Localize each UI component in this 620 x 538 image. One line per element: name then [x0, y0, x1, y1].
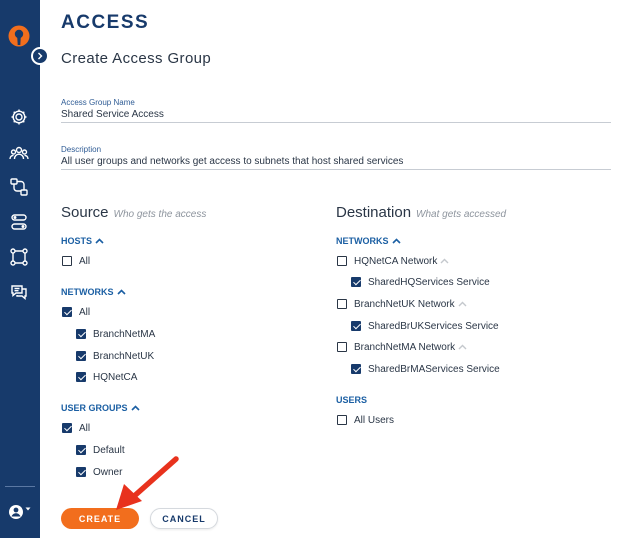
checkbox-label: SharedBrMAServices Service: [368, 363, 500, 375]
checkbox-checked[interactable]: [351, 277, 361, 287]
source-subtitle: Who gets the access: [113, 209, 207, 220]
checkbox-checked[interactable]: [76, 372, 86, 382]
users-icon[interactable]: [9, 143, 29, 163]
checkbox-checked[interactable]: [351, 321, 361, 331]
chevron-up-icon: [391, 238, 401, 244]
destination-title-text: Destination: [336, 204, 412, 221]
source-title-text: Source: [61, 204, 109, 221]
destination-users-heading-text: USERS: [336, 395, 368, 405]
checkbox-unchecked[interactable]: [337, 256, 347, 266]
chevron-up-icon: [116, 289, 126, 295]
checkbox-unchecked[interactable]: [337, 299, 347, 309]
source-network-hqnetca-checkbox[interactable]: HQNetCA: [76, 370, 137, 384]
checkbox-label: SharedBrUKServices Service: [368, 320, 499, 332]
destination-branchnetma-network-checkbox[interactable]: BranchNetMA Network: [337, 340, 467, 354]
chevron-right-icon: [38, 52, 43, 60]
source-user-groups-heading[interactable]: USER GROUPS: [61, 403, 140, 413]
source-networks-heading[interactable]: NETWORKS: [61, 287, 126, 297]
chevron-up-icon[interactable]: [458, 301, 467, 307]
chevron-up-icon[interactable]: [458, 344, 467, 350]
source-network-branchnetma-checkbox[interactable]: BranchNetMA: [76, 327, 155, 341]
topology-icon[interactable]: [9, 247, 29, 267]
destination-sharedbrmaservices-checkbox[interactable]: SharedBrMAServices Service: [351, 362, 500, 376]
source-hosts-heading-text: HOSTS: [61, 236, 93, 246]
checkbox-label: All: [79, 422, 91, 434]
chevron-up-icon: [95, 238, 104, 244]
source-network-branchnetuk-checkbox[interactable]: BranchNetUK: [76, 349, 154, 363]
checkbox-label: BranchNetMA Network: [354, 341, 456, 353]
destination-all-users-checkbox[interactable]: All Users: [337, 413, 394, 427]
source-networks-heading-text: NETWORKS: [61, 287, 114, 297]
checkbox-checked[interactable]: [62, 423, 72, 433]
gear-icon[interactable]: [9, 107, 29, 127]
checkbox-label: HQNetCA: [93, 371, 138, 383]
destination-sharedhqservices-checkbox[interactable]: SharedHQServices Service: [351, 275, 490, 289]
destination-subtitle: What gets accessed: [416, 209, 507, 220]
expand-sidebar-button[interactable]: [31, 47, 49, 65]
checkbox-label: SharedHQServices Service: [368, 276, 490, 288]
sidebar-divider: [5, 486, 35, 487]
source-user-groups-all-checkbox[interactable]: All: [62, 421, 90, 435]
source-user-groups-heading-text: USER GROUPS: [61, 403, 128, 413]
checkbox-label: All: [79, 306, 91, 318]
source-hosts-heading[interactable]: HOSTS: [61, 236, 104, 246]
destination-title: Destination What gets accessed: [336, 204, 506, 221]
source-hosts-all-checkbox[interactable]: All: [62, 254, 90, 268]
checkbox-label: All: [79, 255, 91, 267]
page-title: Create Access Group: [61, 50, 212, 67]
checkbox-checked[interactable]: [76, 329, 86, 339]
checkbox-checked[interactable]: [351, 364, 361, 374]
checkbox-unchecked[interactable]: [337, 415, 347, 425]
access-group-name-input[interactable]: Shared Service Access: [61, 109, 611, 122]
checkbox-checked[interactable]: [76, 351, 86, 361]
destination-users-heading: USERS: [336, 395, 367, 405]
checkbox-checked[interactable]: [76, 467, 86, 477]
checkbox-checked[interactable]: [76, 445, 86, 455]
sidebar: [0, 0, 40, 538]
checkbox-label: BranchNetUK Network: [354, 298, 455, 310]
source-title: Source Who gets the access: [61, 204, 206, 221]
app-title: ACCESS: [61, 12, 150, 33]
checkbox-label: BranchNetMA: [93, 328, 156, 340]
destination-networks-heading-text: NETWORKS: [336, 236, 389, 246]
logo-icon: [8, 25, 30, 47]
destination-networks-heading[interactable]: NETWORKS: [336, 236, 401, 246]
checkbox-unchecked[interactable]: [62, 256, 72, 266]
access-group-name-label: Access Group Name: [61, 98, 135, 107]
description-input[interactable]: All user groups and networks get access …: [61, 156, 611, 169]
chevron-up-icon[interactable]: [440, 258, 449, 264]
description-field[interactable]: Description All user groups and networks…: [61, 145, 611, 170]
destination-sharedbrukservices-checkbox[interactable]: SharedBrUKServices Service: [351, 319, 499, 333]
annotation-arrow-icon: [116, 456, 179, 510]
services-icon[interactable]: [9, 212, 29, 232]
checkbox-checked[interactable]: [62, 307, 72, 317]
source-networks-all-checkbox[interactable]: All: [62, 305, 90, 319]
network-icon[interactable]: [9, 177, 29, 197]
checkbox-unchecked[interactable]: [337, 342, 347, 352]
description-label: Description: [61, 145, 102, 154]
messages-icon[interactable]: [9, 282, 29, 302]
destination-hqnetca-network-checkbox[interactable]: HQNetCA Network: [337, 254, 449, 268]
checkbox-label: BranchNetUK: [93, 350, 155, 362]
access-group-name-field[interactable]: Access Group Name Shared Service Access: [61, 98, 611, 123]
chevron-up-icon: [130, 405, 140, 411]
destination-branchnetuk-network-checkbox[interactable]: BranchNetUK Network: [337, 297, 467, 311]
checkbox-label: HQNetCA Network: [354, 255, 438, 267]
checkbox-label: All Users: [354, 414, 395, 426]
user-circle-icon[interactable]: [7, 502, 33, 522]
